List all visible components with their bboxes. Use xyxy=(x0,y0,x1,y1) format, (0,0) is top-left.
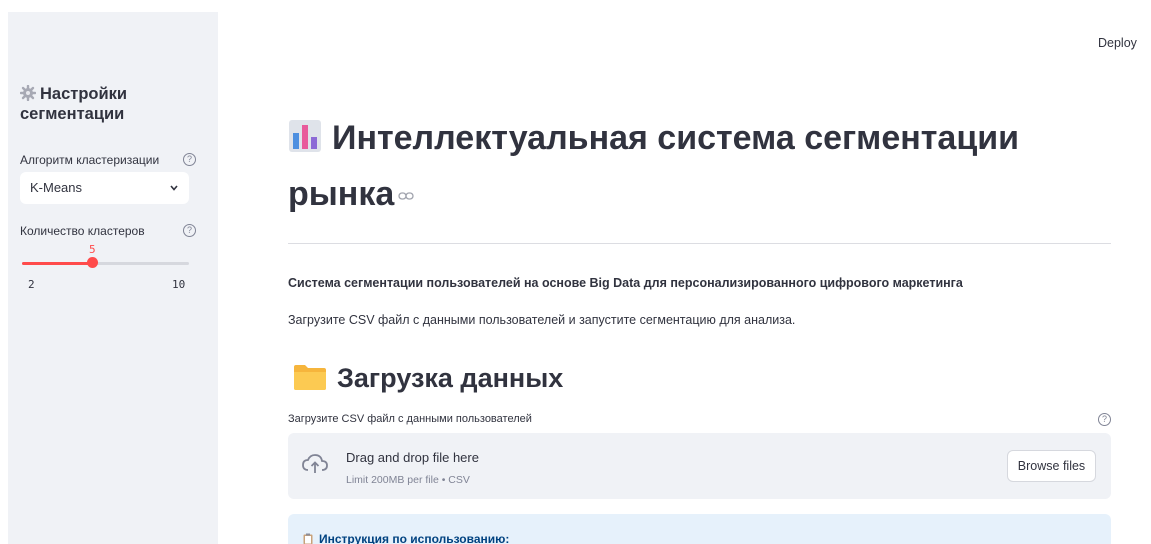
link-icon[interactable] xyxy=(398,191,414,201)
dropzone-title: Drag and drop file here xyxy=(346,450,479,465)
algorithm-select[interactable]: K-Means xyxy=(20,172,189,204)
dropzone-limit: Limit 200MB per file • CSV xyxy=(346,474,470,486)
page-subtitle: Система сегментации пользователей на осн… xyxy=(288,276,963,290)
page-title: Интеллектуальная система сегментации рын… xyxy=(288,110,1108,222)
gear-icon xyxy=(20,85,36,101)
chevron-down-icon xyxy=(170,185,178,191)
deploy-button[interactable]: Deploy xyxy=(1098,36,1137,50)
algorithm-select-value: K-Means xyxy=(30,180,83,195)
clusters-slider-value: 5 xyxy=(89,243,96,256)
algorithm-label: Алгоритм кластеризации xyxy=(20,153,160,167)
uploader-label: Загрузите CSV файл с данными пользовател… xyxy=(288,413,532,425)
clusters-slider-fill xyxy=(22,262,92,265)
info-box-text: Инструкция по использованию: xyxy=(303,532,509,544)
folder-icon xyxy=(294,365,326,390)
clusters-slider-max: 10 xyxy=(172,278,186,291)
uploader-help-icon[interactable]: ? xyxy=(1098,413,1111,426)
sidebar-title: Настройки сегментации xyxy=(20,84,195,124)
bar-chart-icon xyxy=(289,120,321,152)
clusters-slider-min: 2 xyxy=(28,278,35,291)
more-vertical-icon[interactable]: ⋮ xyxy=(1146,34,1151,51)
browse-files-button[interactable]: Browse files xyxy=(1007,450,1096,482)
divider xyxy=(288,243,1111,244)
clusters-help-icon[interactable]: ? xyxy=(183,224,196,237)
clusters-slider-track[interactable] xyxy=(22,262,189,265)
clusters-label: Количество кластеров xyxy=(20,224,145,238)
info-box: Инструкция по использованию: xyxy=(288,514,1111,544)
upload-heading-text: Загрузка данных xyxy=(337,363,564,393)
algorithm-help-icon[interactable]: ? xyxy=(183,153,196,166)
clusters-slider-thumb[interactable] xyxy=(87,257,98,268)
cloud-upload-icon xyxy=(302,454,328,473)
upload-heading: Загрузка данных xyxy=(293,358,563,398)
info-box-label: Инструкция по использованию: xyxy=(319,532,510,544)
file-dropzone[interactable]: Drag and drop file here Limit 200MB per … xyxy=(288,433,1111,499)
sidebar-title-text: Настройки сегментации xyxy=(20,85,128,123)
clipboard-icon xyxy=(303,533,313,544)
page-description: Загрузите CSV файл с данными пользовател… xyxy=(288,313,796,327)
